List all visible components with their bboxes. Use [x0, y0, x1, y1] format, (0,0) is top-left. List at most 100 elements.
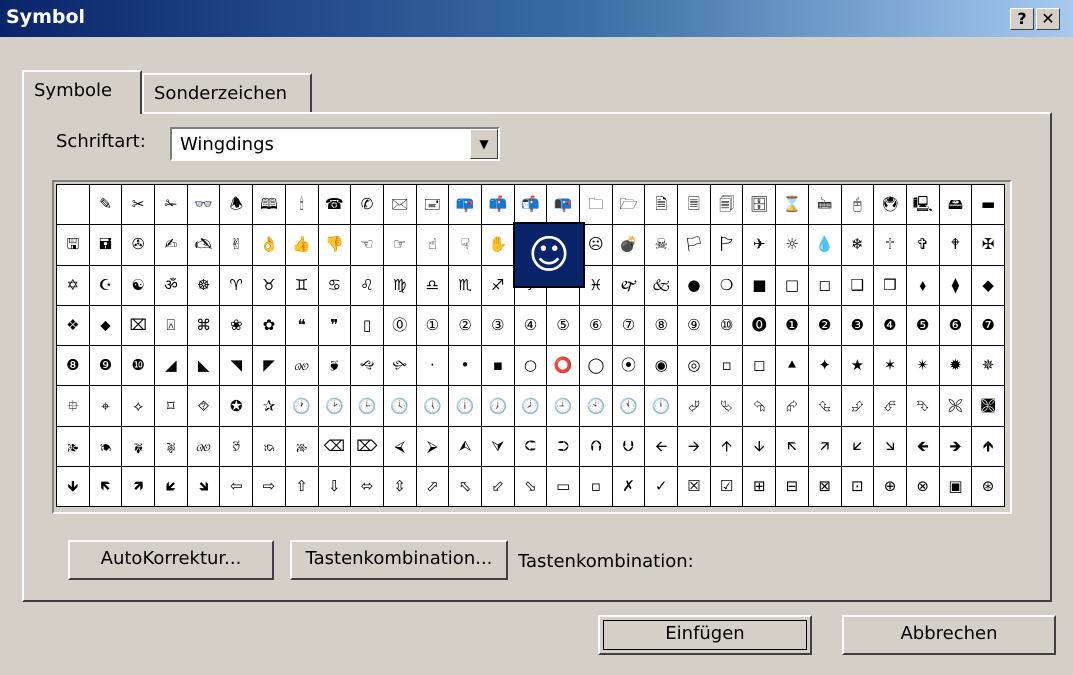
symbol-cell[interactable]: 🡬: [776, 426, 809, 468]
symbol-cell[interactable]: ⮙: [449, 426, 482, 468]
symbol-cell[interactable]: ⇦: [220, 467, 254, 508]
symbol-cell[interactable]: 🙐: [285, 346, 319, 387]
symbol-cell[interactable]: 👎: [318, 225, 352, 266]
symbol-cell[interactable]: 📪: [449, 185, 482, 226]
symbol-cell[interactable]: ⯐: [57, 386, 90, 427]
symbol-cell[interactable]: 🕆: [874, 225, 907, 266]
symbol-cell[interactable]: 🡭: [808, 426, 842, 468]
symbol-cell[interactable]: 🙪: [939, 386, 973, 427]
symbol-cell[interactable]: 🙕: [57, 426, 90, 468]
symbol-cell[interactable]: ⌑: [155, 386, 188, 427]
symbol-cell[interactable]: ✹: [939, 346, 973, 387]
symbol-cell[interactable]: ★: [841, 346, 875, 387]
symbol-cell[interactable]: ⊡: [841, 467, 875, 508]
symbol-cell[interactable]: 🕭: [220, 185, 254, 226]
tastenkombination-button[interactable]: Tastenkombination...: [290, 540, 508, 580]
symbol-cell[interactable]: 🡻: [57, 467, 90, 508]
symbol-cell[interactable]: ■: [743, 265, 777, 306]
tab-sonderzeichen[interactable]: Sonderzeichen: [142, 73, 312, 113]
symbol-cell[interactable]: ⑧: [645, 305, 679, 347]
symbol-cell[interactable]: 🡸: [906, 426, 940, 468]
symbol-cell[interactable]: 🡪: [678, 426, 711, 468]
symbol-cell[interactable]: 🡾: [187, 467, 221, 508]
symbol-cell[interactable]: ♍: [383, 265, 417, 306]
symbol-cell[interactable]: ✋: [481, 225, 515, 266]
symbol-cell[interactable]: ⑤: [547, 305, 580, 347]
symbol-cell[interactable]: ⮱: [710, 386, 744, 427]
symbol-cell[interactable]: 🡯: [841, 426, 875, 468]
symbol-cell[interactable]: ❑: [841, 265, 875, 306]
symbol-cell[interactable]: ⮋: [612, 426, 646, 468]
symbol-cell[interactable]: ❶: [776, 305, 809, 347]
symbol-cell[interactable]: 🕒: [351, 386, 384, 427]
symbol-cell[interactable]: 🕕: [449, 386, 482, 427]
symbol-cell[interactable]: ❒: [874, 265, 907, 306]
symbol-cell[interactable]: 🡺: [939, 426, 973, 468]
symbol-cell[interactable]: 📬: [514, 185, 548, 226]
symbol-cell[interactable]: ⯅: [776, 346, 809, 387]
symbol-cell[interactable]: ▫: [710, 346, 744, 387]
symbol-cell[interactable]: 🖳: [906, 185, 940, 226]
symbol-cell[interactable]: ⇨: [253, 467, 286, 508]
symbol-cell[interactable]: ⬁: [449, 467, 482, 508]
symbol-cell[interactable]: ✓: [645, 467, 679, 508]
symbol-cell[interactable]: ⑦: [612, 305, 646, 347]
symbol-cell[interactable]: ⬀: [416, 467, 450, 508]
symbol-cell[interactable]: ❽: [57, 346, 90, 387]
symbol-cell[interactable]: ✇: [122, 225, 156, 266]
symbol-cell[interactable]: ✈: [743, 225, 777, 266]
symbol-cell[interactable]: ⬧: [906, 265, 940, 306]
symbol-cell[interactable]: ⮘: [383, 426, 417, 468]
symbol-cell[interactable]: 🙔: [89, 426, 123, 468]
symbol-cell[interactable]: ❖: [57, 305, 90, 347]
dropdown-arrow-button[interactable]: ▼: [470, 129, 498, 159]
symbol-cell[interactable]: ◢: [155, 346, 188, 387]
symbol-cell[interactable]: 🕮: [253, 185, 286, 226]
symbol-cell[interactable]: ⧫: [939, 265, 973, 306]
symbol-cell[interactable]: ▪: [481, 346, 515, 387]
symbol-cell[interactable]: ⬄: [351, 467, 384, 508]
symbol-cell[interactable]: ⑩: [710, 305, 744, 347]
symbol-cell[interactable]: ⑥: [580, 305, 613, 347]
symbol-cell[interactable]: ⊕: [874, 467, 907, 508]
symbol-cell[interactable]: 🕖: [481, 386, 515, 427]
symbol-cell[interactable]: ✪: [220, 386, 254, 427]
symbol-cell[interactable]: 🡿: [155, 467, 188, 508]
symbol-cell[interactable]: ●: [678, 265, 711, 306]
symbol-cell[interactable]: ⇧: [285, 467, 319, 508]
symbol-cell[interactable]: ✴: [906, 346, 940, 387]
symbol-cell[interactable]: 🙙: [351, 346, 384, 387]
symbol-cell[interactable]: ❷: [808, 305, 842, 347]
symbol-cell[interactable]: ♈: [220, 265, 254, 306]
symbol-cell[interactable]: •: [449, 346, 482, 387]
symbol-cell[interactable]: 🕚: [612, 386, 646, 427]
symbol-cell[interactable]: 🕔: [416, 386, 450, 427]
symbol-cell[interactable]: ②: [449, 305, 482, 347]
symbol-cell[interactable]: ❿: [122, 346, 156, 387]
symbol-cell[interactable]: ⌦: [351, 426, 384, 468]
symbol-cell[interactable]: 🗀: [580, 185, 613, 226]
symbol-cell[interactable]: ❸: [841, 305, 875, 347]
symbol-cell[interactable]: ✡: [57, 265, 90, 306]
symbol-cell[interactable]: ▬: [972, 185, 1005, 226]
symbol-cell[interactable]: 🖲: [874, 185, 907, 226]
symbol-cell[interactable]: ⮚: [416, 426, 450, 468]
symbol-cell[interactable]: 🙫: [972, 386, 1005, 427]
symbol-cell[interactable]: ☸: [187, 265, 221, 306]
symbol-cell[interactable]: ☯: [122, 265, 156, 306]
symbol-cell[interactable]: ❀: [220, 305, 254, 347]
symbol-cell[interactable]: ③: [481, 305, 515, 347]
symbol-cell[interactable]: ⬃: [481, 467, 515, 508]
symbol-cell[interactable]: 🡨: [645, 426, 679, 468]
symbol-cell[interactable]: 🖰: [841, 185, 875, 226]
symbol-cell[interactable]: 📭: [547, 185, 580, 226]
symbol-cell[interactable]: ♐: [481, 265, 515, 306]
symbol-cell[interactable]: 🕙: [580, 386, 613, 427]
symbol-cell[interactable]: ◉: [645, 346, 679, 387]
symbol-cell[interactable]: 🡩: [710, 426, 744, 468]
symbol-cell[interactable]: ⌫: [318, 426, 352, 468]
symbol-cell[interactable]: ✆: [351, 185, 384, 226]
symbol-cell[interactable]: ❍: [710, 265, 744, 306]
symbol-cell[interactable]: ◎: [678, 346, 711, 387]
symbol-cell[interactable]: ✰: [253, 386, 286, 427]
